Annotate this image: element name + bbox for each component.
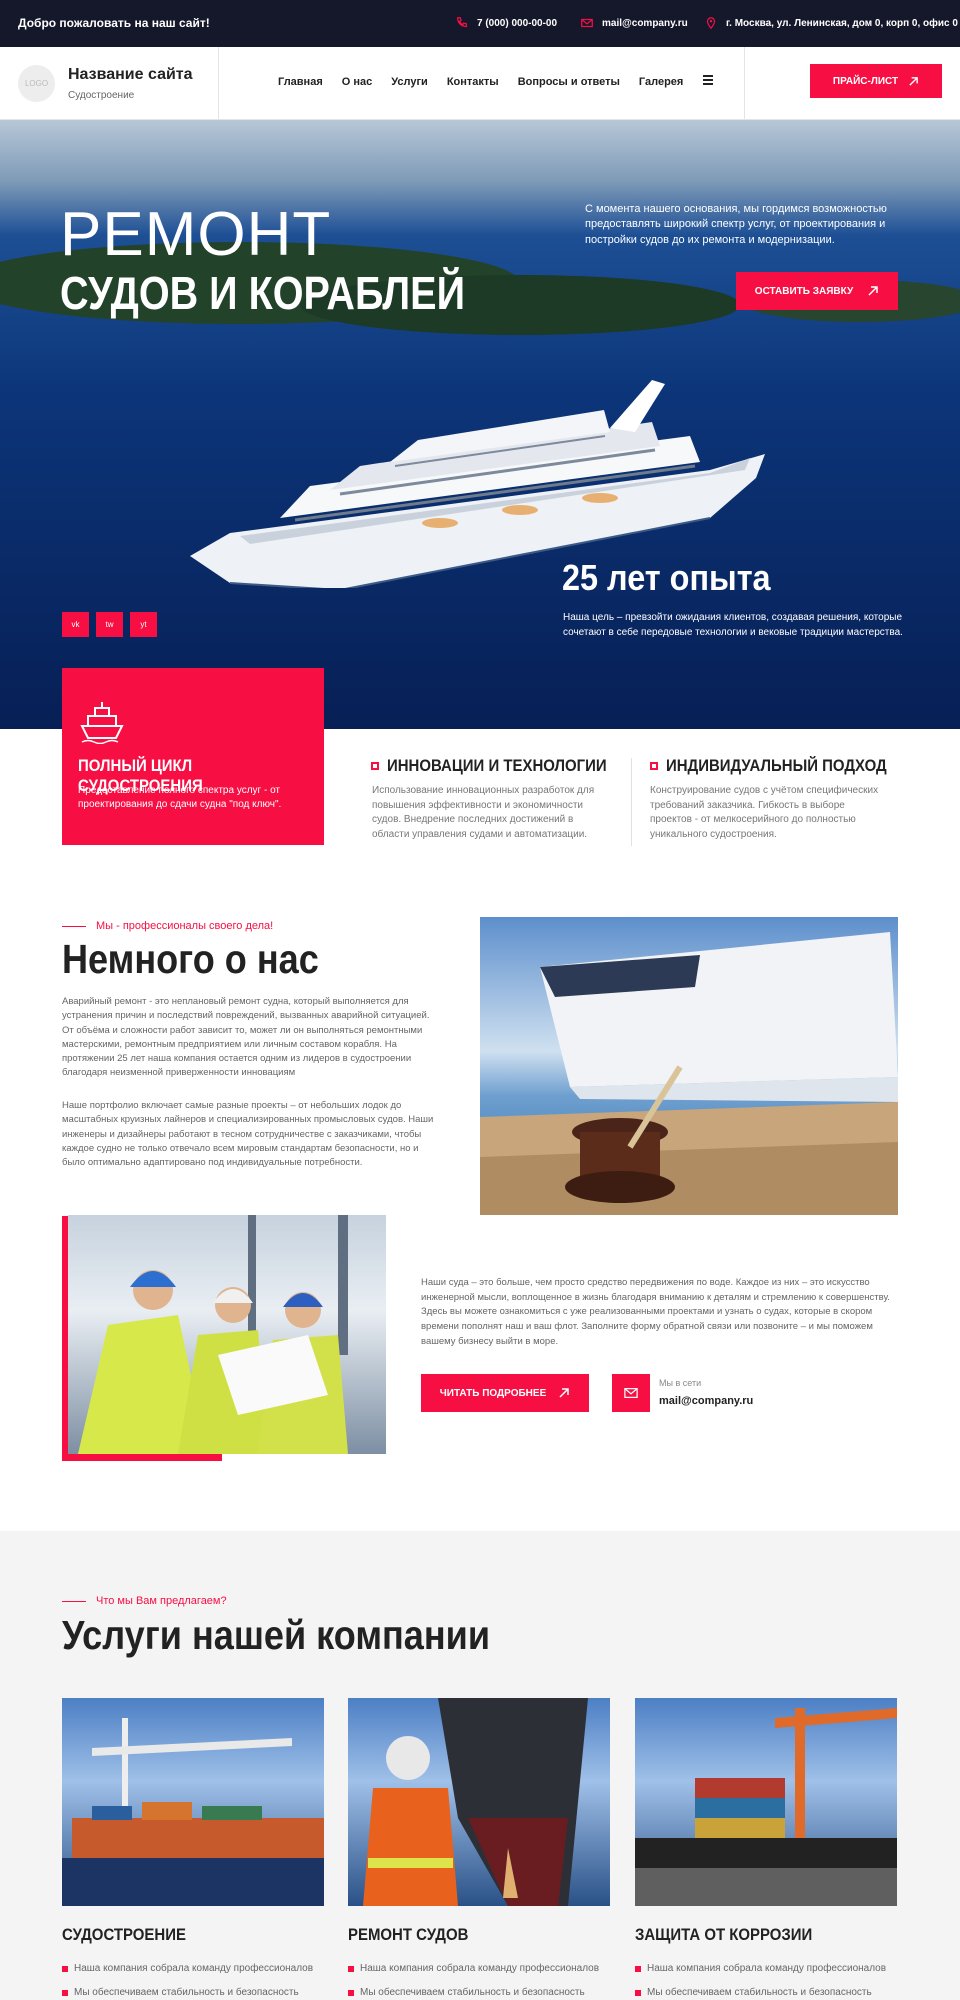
arrow-up-right-icon (909, 76, 918, 86)
site-header: LOGO Название сайта Судостроение Главная… (0, 47, 960, 120)
ship-at-dock-image (480, 917, 898, 1215)
ship-icon (80, 702, 124, 744)
location-icon (706, 17, 716, 30)
service-item-text: Мы обеспечиваем стабильность и безопасно… (647, 1987, 872, 1998)
hero-title-line1: РЕМОНТ (60, 200, 332, 269)
experience-text: Наша цель – превзойти ожидания клиентов,… (563, 612, 903, 638)
address-link[interactable]: г. Москва, ул. Ленинская, дом 0, корп 0,… (704, 16, 958, 30)
phone-number: 7 (000) 000-00-00 (477, 17, 558, 29)
feature-card-full-cycle: ПОЛНЫЙ ЦИКЛ СУДОСТРОЕНИЯ Предоставление … (62, 668, 324, 845)
experience-title: 25 лет опыта (562, 557, 771, 598)
service-title[interactable]: РЕМОНТ СУДОВ (348, 1925, 468, 1945)
vk-icon[interactable]: vk (62, 612, 89, 637)
service-image-shipbuilding[interactable] (62, 1698, 324, 1906)
nav-about[interactable]: О нас (342, 76, 373, 88)
youtube-icon[interactable]: yt (130, 612, 157, 637)
nav-gallery[interactable]: Галерея (639, 76, 683, 88)
header-divider (218, 47, 219, 120)
about-eyebrow-text: Мы - профессионалы своего дела! (96, 920, 274, 932)
read-more-button[interactable]: ЧИТАТЬ ПОДРОБНЕЕ (421, 1374, 589, 1412)
service-item-text: Наша компания собрала команду профессион… (360, 1963, 600, 1974)
mail-icon (581, 18, 593, 28)
phone-icon (457, 17, 467, 28)
price-list-button[interactable]: ПРАЙС-ЛИСТ (810, 64, 942, 98)
nav-home[interactable]: Главная (278, 76, 323, 88)
bullet-icon (62, 1989, 68, 1996)
services-title: Услуги нашей компании (62, 1612, 491, 1658)
header-divider (744, 47, 745, 120)
nav-faq[interactable]: Вопросы и ответы (518, 76, 620, 88)
social-links: vk tw yt (62, 612, 157, 637)
feature-individual: ИНДИВИДУАЛЬНЫЙ ПОДХОД (650, 756, 917, 776)
phone-link[interactable]: 7 (000) 000-00-00 (455, 16, 557, 30)
service-title[interactable]: ЗАЩИТА ОТ КОРРОЗИИ (635, 1925, 812, 1945)
leave-request-button[interactable]: ОСТАВИТЬ ЗАЯВКУ (736, 272, 898, 310)
feature-title: ИНДИВИДУАЛЬНЫЙ ПОДХОД (666, 756, 887, 775)
email-link[interactable]: mail@company.ru (580, 16, 688, 30)
service-item-text: Мы обеспечиваем стабильность и безопасно… (360, 1987, 585, 1998)
hero-text: С момента нашего основания, мы гордимся … (585, 203, 887, 246)
bullet-icon (348, 1989, 354, 1996)
bullet-icon (635, 1965, 641, 1972)
bullet-icon (650, 762, 658, 770)
online-email[interactable]: mail@company.ru (659, 1395, 753, 1407)
top-bar: Добро пожаловать на наш сайт! 7 (000) 00… (0, 0, 960, 47)
services-eyebrow: Что мы Вам предлагаем? (62, 1595, 227, 1607)
service-item: Мы обеспечиваем стабильность и безопасно… (348, 1987, 585, 1998)
site-name[interactable]: Название сайта (68, 66, 193, 84)
eyebrow-line (62, 1600, 86, 1602)
logo[interactable]: LOGO (18, 65, 55, 102)
cruise-ship-image (190, 380, 765, 588)
service-item: Мы обеспечиваем стабильность и безопасно… (635, 1987, 872, 1998)
hero-section: РЕМОНТ СУДОВ И КОРАБЛЕЙ С момента нашего… (0, 120, 960, 729)
services-eyebrow-text: Что мы Вам предлагаем? (96, 1595, 227, 1607)
bullet-icon (635, 1989, 641, 1996)
feature-title: ИННОВАЦИИ И ТЕХНОЛОГИИ (387, 756, 607, 775)
leave-request-label: ОСТАВИТЬ ЗАЯВКУ (754, 285, 854, 297)
bullet-icon (348, 1965, 354, 1972)
bullet-icon (62, 1965, 68, 1972)
price-list-label: ПРАЙС-ЛИСТ (832, 75, 899, 87)
email-address: mail@company.ru (602, 17, 688, 29)
about-paragraph: Наши суда – это больше, чем просто средс… (421, 1277, 890, 1347)
feature-text: Использование инновационных разработок д… (372, 785, 595, 840)
service-item: Наша компания собрала команду профессион… (348, 1963, 599, 1974)
address-text: г. Москва, ул. Ленинская, дом 0, корп 0,… (726, 17, 958, 29)
service-item: Наша компания собрала команду профессион… (62, 1963, 313, 1974)
feature-innovation: ИННОВАЦИИ И ТЕХНОЛОГИИ (371, 756, 637, 776)
service-title[interactable]: СУДОСТРОЕНИЕ (62, 1925, 186, 1945)
nav-services[interactable]: Услуги (391, 76, 428, 88)
mail-icon[interactable] (612, 1374, 650, 1412)
about-paragraph: Аварийный ремонт - это неплановый ремонт… (62, 996, 430, 1079)
feature-divider (631, 758, 632, 846)
service-image-corrosion[interactable] (635, 1698, 897, 1906)
online-label: Мы в сети (659, 1378, 702, 1388)
hero-title-line2: СУДОВ И КОРАБЛЕЙ (60, 267, 466, 319)
engineers-image (68, 1215, 386, 1454)
eyebrow-line (62, 925, 86, 927)
arrow-up-right-icon (868, 286, 878, 296)
service-item-text: Мы обеспечиваем стабильность и безопасно… (74, 1987, 299, 1998)
about-paragraph: Наше портфолио включает самые разные про… (62, 1100, 434, 1168)
main-nav: Главная О нас Услуги Контакты Вопросы и … (278, 76, 683, 88)
service-item-text: Наша компания собрала команду профессион… (647, 1963, 887, 1974)
about-title: Немного о нас (62, 936, 319, 982)
read-more-label: ЧИТАТЬ ПОДРОБНЕЕ (439, 1387, 547, 1399)
service-item-text: Наша компания собрала команду профессион… (74, 1963, 314, 1974)
service-image-ship-repair[interactable] (348, 1698, 610, 1906)
service-item: Наша компания собрала команду профессион… (635, 1963, 886, 1974)
arrow-up-right-icon (559, 1388, 569, 1398)
feature-text: Конструирование судов с учётом специфиче… (650, 785, 879, 840)
welcome-text: Добро пожаловать на наш сайт! (18, 16, 210, 30)
feature-text: Предоставление полного спектра услуг - о… (78, 785, 282, 810)
service-item: Мы обеспечиваем стабильность и безопасно… (62, 1987, 299, 1998)
nav-contacts[interactable]: Контакты (447, 76, 499, 88)
site-subtitle: Судостроение (68, 90, 135, 101)
about-eyebrow: Мы - профессионалы своего дела! (62, 920, 273, 932)
twitter-icon[interactable]: tw (96, 612, 123, 637)
menu-icon[interactable] (703, 75, 713, 87)
bullet-icon (371, 762, 379, 770)
